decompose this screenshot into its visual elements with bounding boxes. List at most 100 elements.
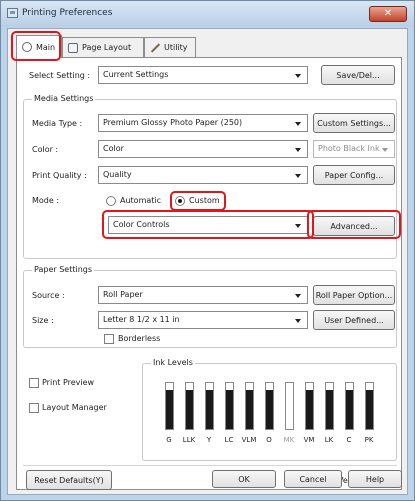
ink-level-fill [306, 389, 313, 429]
utility-wrench-icon [150, 43, 160, 53]
ink-level-bar [165, 382, 174, 430]
ink-level-label: MK [283, 436, 295, 444]
color-value: Color [103, 144, 124, 153]
select-setting-label: Select Setting : [29, 71, 91, 80]
ink-level-fill [266, 389, 273, 429]
size-label: Size : [32, 316, 54, 325]
custom-settings-button[interactable]: Custom Settings... [313, 113, 395, 133]
ink-level-label: O [266, 436, 272, 444]
title-bar[interactable]: Printing Preferences ✕ [1, 1, 414, 27]
chevron-down-icon [295, 174, 301, 178]
ink-level-bar [225, 382, 234, 430]
mode-automatic-radio[interactable] [106, 196, 116, 206]
ink-level-fill [206, 389, 213, 429]
ink-level-bar [285, 382, 294, 430]
media-settings-title: Media Settings [32, 94, 96, 103]
page-layout-icon [68, 42, 78, 53]
print-preview-label: Print Preview [42, 378, 95, 387]
close-button[interactable]: ✕ [369, 6, 407, 22]
printing-preferences-window: Printing Preferences ✕ Main Page Layout … [0, 0, 415, 501]
color-dropdown[interactable]: Color [98, 140, 308, 158]
ink-level-bar [265, 382, 274, 430]
ink-level-fill [346, 389, 353, 429]
save-del-button[interactable]: Save/Del... [321, 65, 395, 85]
black-ink-dropdown[interactable]: Photo Black Ink [313, 140, 395, 158]
main-tab-highlight [11, 31, 61, 61]
ink-level-label: LC [224, 436, 234, 444]
chevron-down-icon [295, 74, 301, 78]
ink-level-label: VLM [241, 436, 257, 444]
media-type-value: Premium Glossy Photo Paper (250) [103, 118, 243, 127]
layout-manager-label: Layout Manager [42, 403, 107, 412]
ink-level-bar [245, 382, 254, 430]
ink-level-fill [166, 389, 173, 429]
tab-page-layout-label: Page Layout [82, 43, 132, 52]
paper-settings-title: Paper Settings [32, 265, 95, 274]
ink-levels-group: Ink Levels G LLK Y LC VLM O MK VM LK C PK [142, 358, 397, 461]
media-type-dropdown[interactable]: Premium Glossy Photo Paper (250) [98, 114, 308, 132]
source-dropdown[interactable]: Roll Paper [98, 286, 308, 304]
mode-automatic-label: Automatic [120, 196, 162, 205]
print-quality-label: Print Quality : [32, 171, 87, 180]
print-quality-value: Quality [103, 170, 132, 179]
media-type-label: Media Type : [32, 119, 83, 128]
divider [23, 465, 397, 466]
ink-level-bar [185, 382, 194, 430]
print-quality-dropdown[interactable]: Quality [98, 166, 308, 184]
ok-button[interactable]: OK [212, 470, 276, 488]
tab-page-layout[interactable]: Page Layout [62, 37, 144, 57]
reset-defaults-button[interactable]: Reset Defaults(Y) [26, 470, 112, 490]
ink-levels-title: Ink Levels [151, 358, 195, 367]
ink-level-bar [325, 382, 334, 430]
ink-level-fill [226, 389, 233, 429]
ink-level-label: LK [324, 436, 334, 444]
chevron-down-icon [295, 148, 301, 152]
ink-level-bar [205, 382, 214, 430]
select-setting-dropdown[interactable]: Current Settings [98, 66, 308, 84]
size-dropdown[interactable]: Letter 8 1/2 x 11 in [98, 311, 308, 329]
paper-settings-group: Paper Settings [23, 265, 397, 348]
mode-dropdown-highlight [102, 210, 314, 239]
source-label: Source : [32, 291, 65, 300]
ink-level-label: LLK [182, 436, 196, 444]
tab-utility[interactable]: Utility [144, 37, 196, 57]
size-value: Letter 8 1/2 x 11 in [103, 315, 180, 324]
paper-config-button[interactable]: Paper Config... [313, 165, 395, 185]
advanced-button-highlight [307, 210, 401, 239]
ink-level-fill [186, 389, 193, 429]
printer-icon [7, 8, 18, 18]
source-value: Roll Paper [103, 290, 143, 299]
ink-level-bar [345, 382, 354, 430]
custom-mode-highlight [170, 191, 226, 211]
cancel-button[interactable]: Cancel [284, 470, 342, 488]
user-defined-button[interactable]: User Defined... [313, 310, 395, 330]
chevron-down-icon [295, 319, 301, 323]
select-setting-value: Current Settings [103, 70, 169, 79]
mode-label: Mode : [32, 196, 60, 205]
ink-level-label: G [166, 436, 172, 444]
roll-paper-option-button[interactable]: Roll Paper Option... [313, 285, 395, 305]
chevron-down-icon [382, 148, 388, 152]
ink-level-bar [305, 382, 314, 430]
ink-level-label: Y [206, 436, 212, 444]
tab-utility-label: Utility [164, 43, 188, 52]
layout-manager-checkbox[interactable] [29, 403, 39, 413]
ink-level-label: PK [364, 436, 374, 444]
color-label: Color : [32, 145, 59, 154]
dialog-client: Main Page Layout Utility Select Setting … [7, 28, 408, 495]
borderless-checkbox[interactable] [104, 334, 114, 344]
window-title: Printing Preferences [22, 8, 113, 18]
chevron-down-icon [295, 122, 301, 126]
ink-level-label: C [346, 436, 352, 444]
main-tab-panel: Select Setting : Current Settings Save/D… [16, 57, 402, 490]
ink-level-bar [365, 382, 374, 430]
ink-level-label: VM [303, 436, 315, 444]
help-button[interactable]: Help [348, 470, 402, 488]
ink-level-fill [246, 389, 253, 429]
chevron-down-icon [295, 294, 301, 298]
ink-level-fill [366, 389, 373, 429]
print-preview-checkbox[interactable] [29, 378, 39, 388]
borderless-label: Borderless [118, 334, 161, 343]
ink-level-fill [326, 389, 333, 429]
black-ink-value: Photo Black Ink [318, 144, 380, 153]
